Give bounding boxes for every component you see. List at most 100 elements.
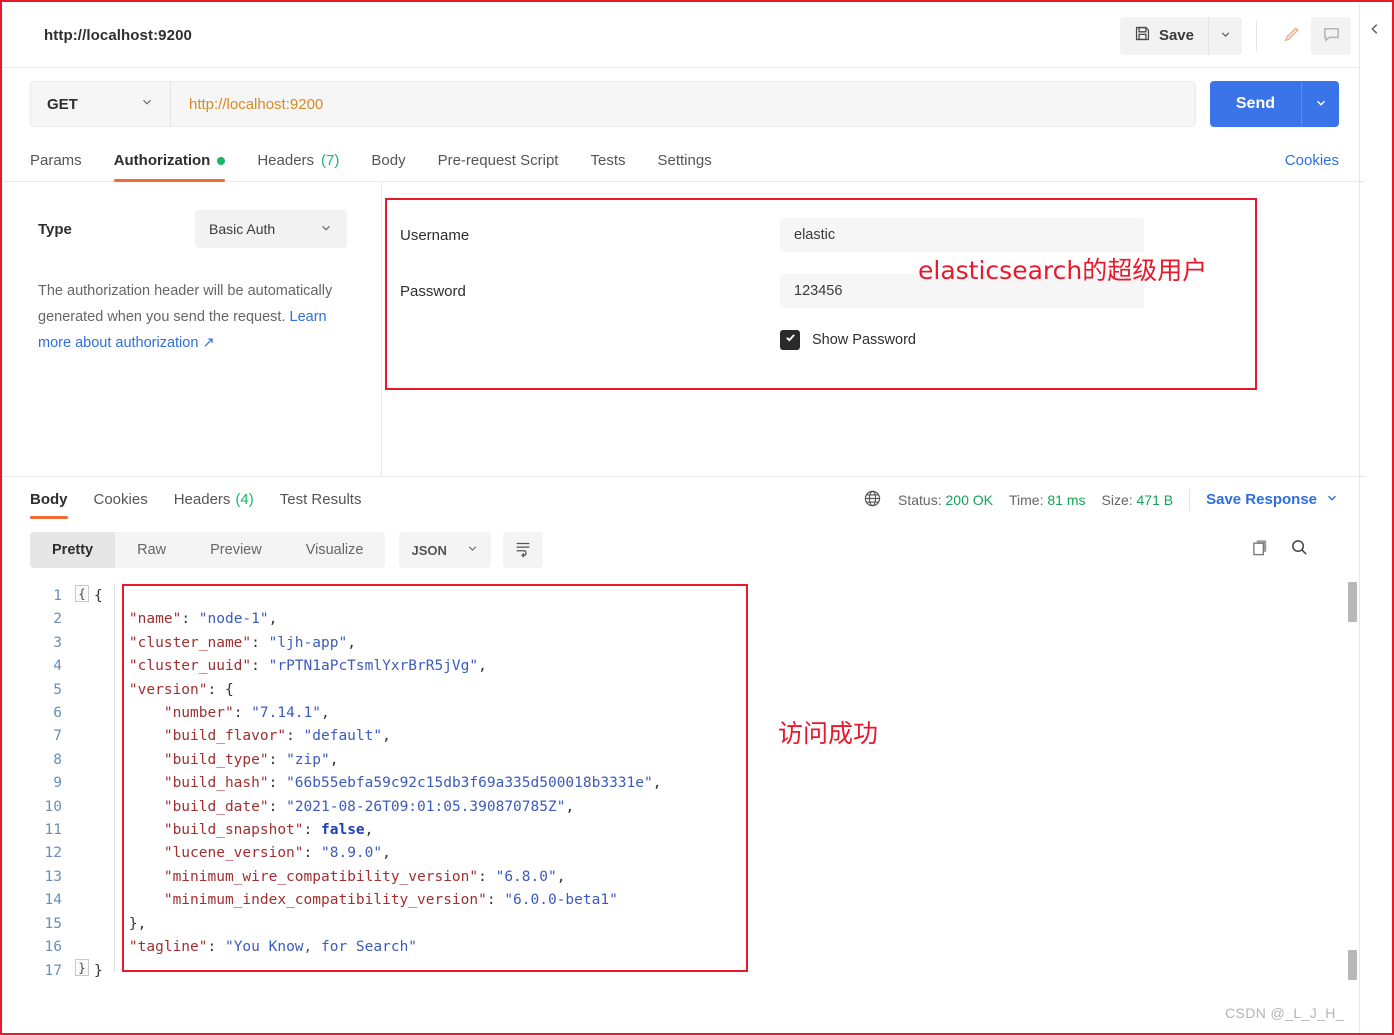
tab-pre-request-script-label: Pre-request Script — [437, 152, 559, 169]
code-line: "version": { — [94, 679, 1365, 702]
tab-params[interactable]: Params — [30, 140, 82, 182]
code-token: "build_snapshot" — [163, 822, 304, 839]
view-mode-visualize[interactable]: Visualize — [284, 532, 386, 568]
response-scrollbar-thumb-bottom[interactable] — [1347, 950, 1357, 980]
show-password-label[interactable]: Show Password — [812, 332, 916, 348]
external-link-arrow-icon: ↗ — [202, 335, 215, 351]
code-token: "6.8.0" — [495, 868, 557, 885]
tab-tests-label: Tests — [590, 152, 626, 169]
comment-button[interactable] — [1311, 16, 1351, 55]
word-wrap-button[interactable] — [503, 532, 544, 568]
code-token: }, — [128, 915, 147, 932]
tab-pre-request-script[interactable]: Pre-request Script — [438, 140, 559, 182]
tab-headers[interactable]: Headers (7) — [257, 140, 339, 182]
code-token: : — [268, 775, 287, 792]
fold-toggle-close[interactable]: } — [75, 959, 89, 977]
authorization-type-select[interactable]: Basic Auth — [195, 210, 347, 248]
code-token: "build_type" — [163, 751, 269, 768]
response-tab-headers[interactable]: Headers (4) — [174, 477, 254, 523]
code-line: "build_snapshot": false, — [94, 819, 1365, 842]
code-token: "version" — [128, 681, 208, 698]
chevron-down-icon[interactable] — [1325, 491, 1339, 508]
code-token: , — [478, 658, 487, 675]
save-button[interactable]: Save — [1119, 16, 1208, 55]
response-tab-cookies-label: Cookies — [93, 491, 148, 508]
show-password-checkbox[interactable] — [780, 330, 800, 350]
code-token: : — [251, 634, 269, 651]
copy-icon[interactable] — [1251, 538, 1270, 562]
code-token: { — [94, 588, 103, 604]
authorization-description: The authorization header will be automat… — [38, 278, 347, 356]
tab-authorization[interactable]: Authorization — [113, 140, 226, 182]
search-icon[interactable] — [1290, 538, 1309, 562]
line-number: 13 — [44, 868, 62, 885]
password-label: Password — [400, 282, 466, 300]
tab-settings[interactable]: Settings — [658, 140, 712, 182]
code-token: : — [303, 845, 321, 862]
status-label: Status: — [898, 491, 942, 508]
size-label: Size: — [1101, 491, 1133, 508]
send-options-button[interactable] — [1301, 81, 1339, 127]
window-top-bar: http://localhost:9200 Save — [4, 4, 1365, 68]
show-password-row: Show Password — [780, 330, 1365, 350]
response-tab-cookies[interactable]: Cookies — [94, 477, 148, 523]
response-format-select[interactable]: JSON — [399, 532, 492, 568]
fold-toggle-open[interactable]: { — [75, 585, 89, 602]
view-mode-raw[interactable]: Raw — [115, 532, 188, 568]
response-format-value: JSON — [411, 542, 447, 558]
code-token: false — [321, 822, 365, 839]
globe-icon — [863, 489, 882, 511]
response-header: Body Cookies Headers (4) Test Results St… — [4, 476, 1365, 522]
code-token: , — [268, 611, 278, 628]
checkmark-icon — [784, 331, 797, 349]
response-scrollbar-thumb[interactable] — [1347, 582, 1357, 622]
chevron-left-icon[interactable] — [1368, 22, 1382, 41]
view-mode-preview[interactable]: Preview — [188, 532, 284, 568]
code-token: , — [652, 775, 662, 792]
authorization-type-label: Type — [38, 220, 72, 238]
authorization-type-value: Basic Auth — [209, 221, 276, 237]
http-method-select[interactable]: GET — [31, 82, 171, 126]
code-line: "cluster_uuid": "rPTN1aPcTsmlYxrBrR5jVg"… — [94, 655, 1365, 678]
view-mode-pretty[interactable]: Pretty — [30, 532, 116, 568]
code-token: : — [207, 939, 225, 956]
code-token: , — [321, 705, 330, 722]
save-button-label: Save — [1158, 27, 1194, 44]
tab-params-label: Params — [30, 152, 82, 169]
tab-body[interactable]: Body — [371, 140, 405, 182]
line-number: 1 — [53, 588, 62, 604]
code-line: "lucene_version": "8.9.0", — [94, 842, 1365, 865]
request-tab-title[interactable]: http://localhost:9200 — [44, 27, 192, 44]
save-response-button[interactable]: Save Response — [1206, 491, 1317, 508]
tab-body-label: Body — [371, 152, 406, 169]
response-scrollbar-track[interactable] — [1346, 582, 1358, 972]
pencil-icon — [1282, 25, 1301, 47]
line-number: 5 — [53, 681, 62, 698]
cookies-link[interactable]: Cookies — [1285, 152, 1339, 169]
send-button[interactable]: Send — [1209, 81, 1301, 127]
response-tab-test-results[interactable]: Test Results — [280, 477, 362, 523]
username-input[interactable] — [780, 218, 1144, 252]
line-number: 8 — [53, 751, 62, 768]
code-line: "build_date": "2021-08-26T09:01:05.39087… — [94, 796, 1365, 819]
line-number: 10 — [44, 798, 62, 815]
response-scrollbar-track-bottom[interactable] — [1346, 950, 1358, 984]
chevron-down-icon — [140, 95, 154, 114]
json-code-content[interactable]: { "name": "node-1", "cluster_name": "ljh… — [94, 578, 1365, 1010]
floppy-disk-icon — [1134, 25, 1151, 46]
response-tab-body[interactable]: Body — [30, 477, 68, 523]
line-number: 16 — [44, 939, 62, 956]
line-number: 6 — [53, 705, 62, 722]
status-group: Status: 200 OK — [898, 492, 993, 508]
code-line: { — [94, 585, 1365, 608]
request-url-input[interactable] — [171, 82, 1195, 126]
authorization-active-dot-icon — [217, 156, 226, 165]
save-options-button[interactable] — [1208, 16, 1242, 55]
tab-tests[interactable]: Tests — [590, 140, 625, 182]
code-line: "minimum_index_compatibility_version": "… — [94, 889, 1365, 912]
response-view-mode-group: Pretty Raw Preview Visualize — [30, 532, 386, 568]
authorization-description-text: The authorization header will be automat… — [38, 283, 333, 325]
authorization-panel: Type Basic Auth The authorization header… — [4, 182, 1365, 476]
edit-request-button[interactable] — [1271, 17, 1311, 55]
request-tabs: Params Authorization Headers (7) Body Pr… — [4, 140, 1365, 182]
